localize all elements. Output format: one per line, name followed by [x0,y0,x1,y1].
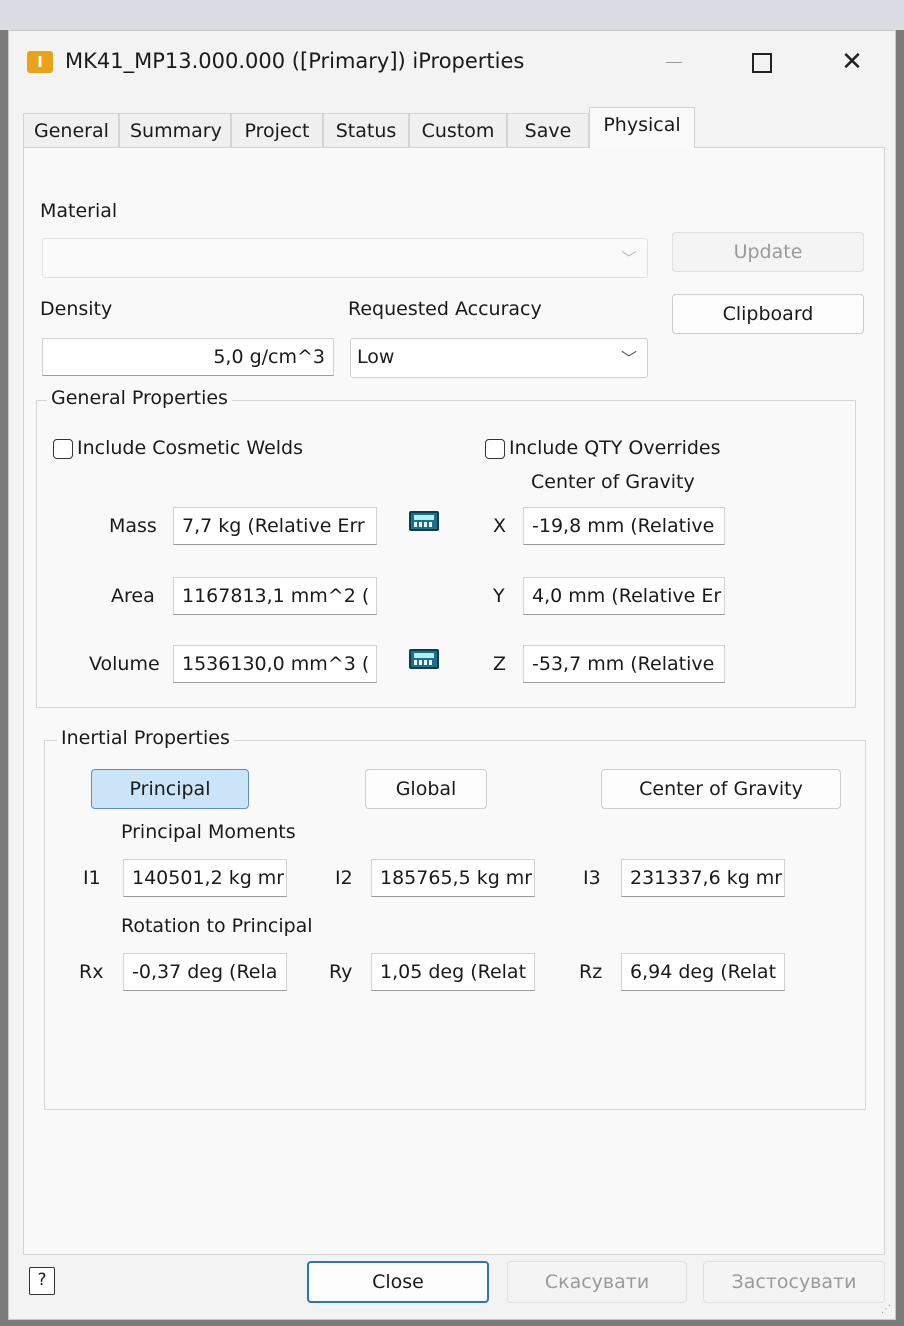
tab-custom[interactable]: Custom [409,113,507,147]
maximize-button[interactable] [737,45,787,79]
window-title: MK41_MP13.000.000 ([Primary]) iPropertie… [65,49,525,73]
center-of-gravity-label: Center of Gravity [531,471,695,493]
cog-x-field[interactable]: -19,8 mm (Relative [523,507,725,545]
close-window-button[interactable]: ✕ [827,45,877,79]
cancel-button[interactable]: Скасувати [507,1261,687,1303]
cog-x-label: X [493,515,507,537]
rz-label: Rz [579,961,603,983]
requested-accuracy-dropdown[interactable]: Low ﹀ [350,338,648,378]
title-bar: I MK41_MP13.000.000 ([Primary]) iPropert… [9,31,895,93]
close-button[interactable]: Close [307,1261,489,1303]
physical-tab-panel: Material ﹀ Update Density Requested Accu… [23,147,885,1255]
material-label: Material [40,200,118,222]
principal-moments-label: Principal Moments [121,821,296,843]
tab-project[interactable]: Project [231,113,323,147]
chevron-down-icon: ﹀ [620,349,637,368]
close-icon: ✕ [841,47,863,77]
qty-overrides-checkbox[interactable] [485,439,505,459]
ry-label: Ry [329,961,353,983]
principal-button[interactable]: Principal [91,769,249,809]
global-button[interactable]: Global [365,769,487,809]
tab-summary[interactable]: Summary [119,113,231,147]
update-button[interactable]: Update [672,232,864,272]
tab-strip: General Summary Project Status Custom Sa… [23,107,883,148]
cog-y-label: Y [493,585,505,607]
minimize-button[interactable] [649,45,699,79]
cog-y-field[interactable]: 4,0 mm (Relative Er [523,577,725,615]
volume-field[interactable]: 1536130,0 mm^3 ( [173,645,377,683]
i3-field[interactable]: 231337,6 kg mr [621,859,785,897]
calculator-icon[interactable] [409,511,439,531]
general-properties-title: General Properties [47,387,232,409]
inventor-app-icon: I [27,51,53,73]
cosmetic-welds-checkbox[interactable] [53,439,73,459]
requested-accuracy-label: Requested Accuracy [348,298,542,320]
minimize-icon [666,62,682,63]
general-properties-group: General Properties Include Cosmetic Weld… [36,387,856,708]
area-label: Area [111,585,155,607]
tab-save[interactable]: Save [507,113,589,147]
desktop-backdrop [0,0,904,30]
calculator-icon[interactable] [409,649,439,669]
cog-z-label: Z [493,653,507,675]
volume-label: Volume [89,653,160,675]
help-button[interactable]: ? [29,1267,55,1295]
cosmetic-welds-label: Include Cosmetic Welds [77,437,304,459]
tab-status[interactable]: Status [323,113,409,147]
chevron-down-icon: ﹀ [620,249,637,268]
rotation-to-principal-label: Rotation to Principal [121,915,313,937]
ry-field[interactable]: 1,05 deg (Relat [371,953,535,991]
i2-label: I2 [335,867,353,889]
rx-field[interactable]: -0,37 deg (Rela [123,953,287,991]
rx-label: Rx [79,961,104,983]
density-label: Density [40,298,113,320]
maximize-icon [752,52,772,73]
accuracy-value: Low [357,346,395,368]
apply-button[interactable]: Застосувати [703,1261,885,1303]
mass-label: Mass [109,515,157,537]
inertial-properties-title: Inertial Properties [57,727,234,749]
iproperties-dialog: I MK41_MP13.000.000 ([Primary]) iPropert… [8,30,896,1320]
area-field[interactable]: 1167813,1 mm^2 ( [173,577,377,615]
cog-z-field[interactable]: -53,7 mm (Relative [523,645,725,683]
tab-general[interactable]: General [23,113,119,147]
i1-label: I1 [83,867,101,889]
material-dropdown[interactable]: ﹀ [42,238,648,278]
i2-field[interactable]: 185765,5 kg mr [371,859,535,897]
qty-overrides-label: Include QTY Overrides [509,437,721,459]
i3-label: I3 [583,867,601,889]
help-icon: ? [37,1270,47,1290]
resize-grip-icon[interactable]: ⋰ [881,1304,891,1315]
clipboard-button[interactable]: Clipboard [672,294,864,334]
mass-field[interactable]: 7,7 kg (Relative Err [173,507,377,545]
rz-field[interactable]: 6,94 deg (Relat [621,953,785,991]
tab-physical[interactable]: Physical [589,107,695,148]
inertial-properties-group: Inertial Properties Principal Global Cen… [44,727,866,1110]
center-of-gravity-button[interactable]: Center of Gravity [601,769,841,809]
i1-field[interactable]: 140501,2 kg mr [123,859,287,897]
density-field[interactable]: 5,0 g/cm^3 [42,338,334,376]
